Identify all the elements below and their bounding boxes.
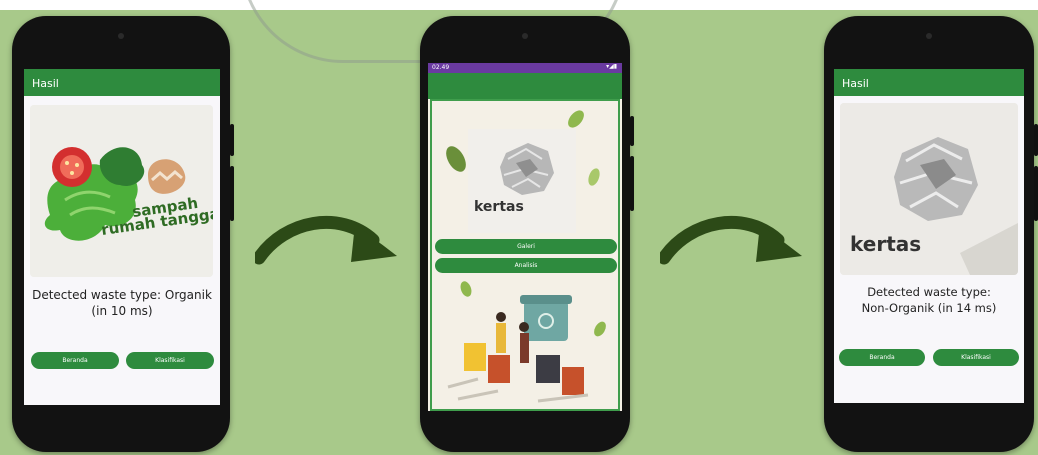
klasifikasi-button[interactable]: Klasifikasi [126, 352, 214, 369]
phone-home-screen: 02.49 ▾◢▮ kertas Galeri Analisis [420, 16, 634, 452]
app-bar-title: Hasil [32, 77, 59, 90]
phone-non-organic-result: Hasil kertas Detected waste type: Non-Or… [824, 16, 1038, 452]
home-app-bar [428, 73, 622, 99]
beranda-button[interactable]: Beranda [839, 349, 925, 366]
recycling-bins-illustration [447, 295, 589, 403]
result-text: Detected waste type: Organik (in 10 ms) [24, 287, 220, 319]
phone2-screen: 02.49 ▾◢▮ kertas Galeri Analisis [428, 63, 622, 411]
signal-battery-icon: ▾◢▮ [606, 63, 617, 70]
result-line-1: Detected waste type: [867, 285, 991, 299]
app-bar-title: Hasil [842, 77, 869, 90]
galeri-button[interactable]: Galeri [435, 239, 617, 254]
klasifikasi-button[interactable]: Klasifikasi [933, 349, 1019, 366]
result-line-2: Non-Organik (in 14 ms) [861, 300, 997, 315]
waste-photo-organic: sampah rumah tangga [30, 105, 213, 277]
front-camera [522, 33, 528, 39]
paper-label: kertas [850, 232, 921, 256]
result-text: Detected waste type: Non-Organik (in 14 … [834, 285, 1024, 316]
phone1-screen: Hasil sampah rumah tangga Detected waste… [24, 69, 220, 405]
waste-photo-paper-result: kertas [840, 103, 1018, 275]
waste-photo-paper: kertas [468, 129, 576, 233]
result-line-2: (in 10 ms) [91, 304, 153, 319]
front-camera [118, 33, 124, 39]
phone3-screen: Hasil kertas Detected waste type: Non-Or… [834, 69, 1024, 403]
phone3-app-bar: Hasil [834, 69, 1024, 96]
status-time: 02.49 [432, 64, 450, 71]
result-line-1: Detected waste type: Organik [32, 288, 212, 302]
analisis-button[interactable]: Analisis [435, 258, 617, 273]
beranda-button[interactable]: Beranda [31, 352, 119, 369]
phone-organic-result: Hasil sampah rumah tangga Detected waste… [12, 16, 234, 452]
curved-arrow-icon [255, 215, 397, 265]
front-camera [926, 33, 932, 39]
paper-label: kertas [474, 199, 524, 215]
curved-arrow-icon [660, 215, 802, 265]
phone1-app-bar: Hasil [24, 69, 220, 96]
status-bar: 02.49 ▾◢▮ [428, 63, 622, 73]
